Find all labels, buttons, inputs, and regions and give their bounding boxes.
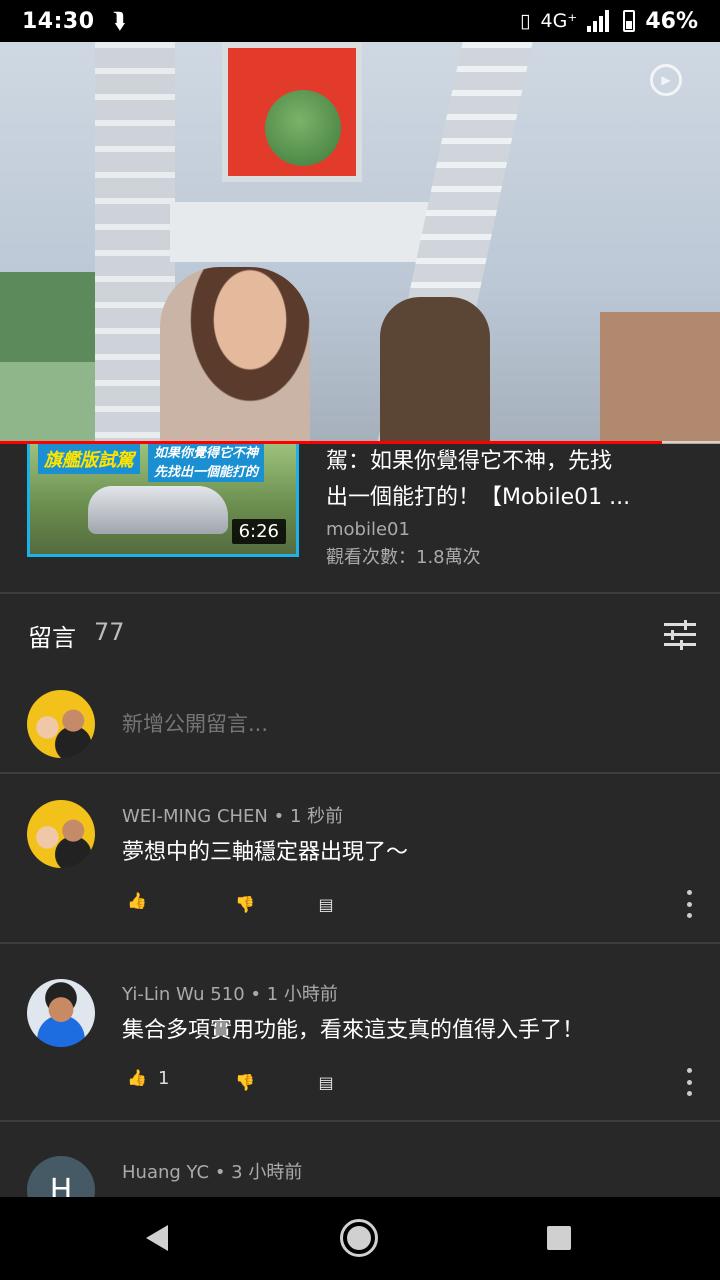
comment-time: 3 小時前 xyxy=(231,1162,303,1183)
video-player[interactable]: ▶ xyxy=(0,42,720,443)
reply-icon[interactable]: ▤ xyxy=(311,1067,341,1097)
suggested-video-channel: mobile01 xyxy=(326,519,410,540)
suggested-video-thumbnail[interactable]: 旗艦版試駕 如果你覺得它不神 先找出一個能打的 6:26 xyxy=(27,444,299,557)
thumbnail-text-left: 旗艦版試駕 xyxy=(38,444,140,474)
thumbnail-text-line: 先找出一個能打的 xyxy=(154,465,259,480)
divider xyxy=(0,592,720,594)
comments-header: 留言 77 xyxy=(28,618,125,653)
suggested-video[interactable]: 旗艦版試駕 如果你覺得它不神 先找出一個能打的 6:26 駕：如果你覺得它不神，… xyxy=(0,444,720,592)
title-line: 出一個能打的！【Mobile01 ... xyxy=(326,485,631,510)
video-scene-watermelon xyxy=(265,90,341,166)
dislike-icon[interactable]: 👍 xyxy=(230,1068,260,1098)
like-count: 1 xyxy=(158,1068,170,1089)
battery-percent: 46% xyxy=(645,8,698,34)
more-options-icon[interactable] xyxy=(684,1068,694,1096)
signal-icon xyxy=(587,10,613,32)
add-comment-input[interactable] xyxy=(122,712,682,736)
divider xyxy=(0,942,720,944)
avatar[interactable] xyxy=(27,800,95,868)
avatar[interactable] xyxy=(27,690,95,758)
comments-count: 77 xyxy=(94,618,125,646)
battery-icon xyxy=(623,10,636,32)
like-icon[interactable]: 👍 xyxy=(122,1062,152,1092)
comment-text: 夢想中的三軸穩定器出現了～ xyxy=(122,840,409,865)
download-arrow-icon: ⮯ xyxy=(112,8,126,34)
title-line: 駕：如果你覺得它不神，先找 xyxy=(326,449,613,474)
navigation-bar xyxy=(0,1197,720,1280)
comment-meta: Yi-Lin Wu 510 • 1 小時前 xyxy=(122,984,338,1005)
comment-author[interactable]: Yi-Lin Wu 510 xyxy=(122,984,245,1005)
reply-icon[interactable]: ▤ xyxy=(311,889,341,919)
sort-filter-icon[interactable] xyxy=(664,620,696,650)
video-scene-block xyxy=(0,362,95,443)
comment-author[interactable]: WEI-MING CHEN xyxy=(122,806,268,827)
suggested-video-views: 觀看次數：1.8萬次 xyxy=(326,547,481,568)
avatar[interactable] xyxy=(27,979,95,1047)
video-scene-building xyxy=(600,312,720,443)
network-type: 4G⁺ xyxy=(540,10,578,32)
timer-play-icon[interactable]: ▶ xyxy=(650,64,682,96)
divider xyxy=(0,772,720,774)
suggested-video-title[interactable]: 駕：如果你覺得它不神，先找 出一個能打的！【Mobile01 ... xyxy=(326,444,656,516)
thumbnail-text-right: 如果你覺得它不神 先找出一個能打的 xyxy=(148,444,265,482)
comment-time: 1 小時前 xyxy=(266,984,338,1005)
back-triangle-icon[interactable] xyxy=(146,1225,168,1251)
dislike-icon[interactable]: 👍 xyxy=(230,890,260,920)
video-scene-person xyxy=(160,267,310,443)
status-time: 14:30 xyxy=(22,8,95,34)
thumbnail-text-line: 如果你覺得它不神 xyxy=(154,446,259,461)
comments-label: 留言 xyxy=(28,624,76,652)
comment-time: 1 秒前 xyxy=(289,806,344,827)
comment-meta: WEI-MING CHEN • 1 秒前 xyxy=(122,806,344,827)
comment-text: 集合多項實用功能，看來這支真的值得入手了！ xyxy=(122,1018,585,1043)
video-scene-statue xyxy=(380,297,490,443)
video-duration: 6:26 xyxy=(231,519,286,544)
home-circle-icon[interactable] xyxy=(340,1219,378,1257)
like-icon[interactable]: 👍 xyxy=(122,885,152,915)
status-icons: ▯ 4G⁺ 46% xyxy=(520,9,698,34)
more-options-icon[interactable] xyxy=(684,890,694,918)
divider xyxy=(0,1120,720,1122)
recent-apps-icon[interactable] xyxy=(547,1226,571,1250)
comment-meta: Huang YC • 3 小時前 xyxy=(122,1162,303,1183)
thumbnail-car xyxy=(88,486,228,534)
comment-author[interactable]: Huang YC xyxy=(122,1162,209,1183)
status-bar: 14:30 ⮯ ▯ 4G⁺ 46% xyxy=(0,0,720,42)
vibrate-icon: ▯ xyxy=(520,10,531,32)
